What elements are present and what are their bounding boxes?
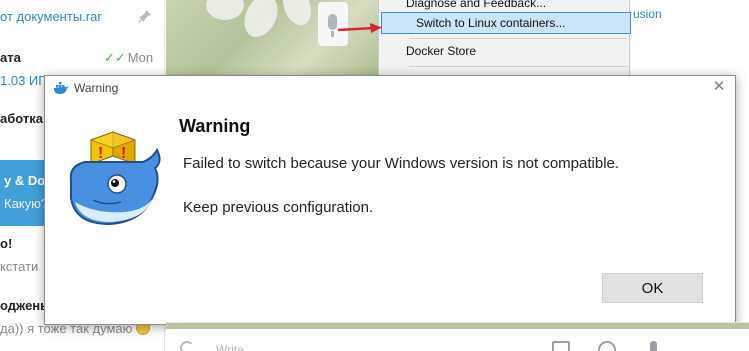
- dialog-titlebar[interactable]: Warning ✕: [45, 76, 735, 100]
- menu-separator: [409, 66, 627, 67]
- dialog-window-title: Warning: [74, 81, 119, 95]
- chat-item-title[interactable]: ата: [0, 50, 21, 65]
- chat-item-preview: 1.03 ИГ: [0, 73, 46, 88]
- chat-item-time: ✓✓ Mon: [104, 50, 154, 65]
- right-panel: usion: [630, 0, 749, 75]
- context-menu: Diagnose and Feedback... Switch to Linux…: [378, 0, 631, 75]
- chat-item-preview: кстати: [0, 259, 39, 274]
- pin-icon: [138, 10, 151, 23]
- warning-dialog: Warning ✕ ! ! Warning Failed to switch b…: [44, 75, 736, 325]
- compose-bar: Write: [166, 322, 749, 351]
- chat-item-file-snippet[interactable]: от документы.rar: [0, 9, 102, 24]
- docker-whale-warning-icon: ! !: [69, 131, 161, 226]
- ok-button[interactable]: OK: [602, 273, 703, 303]
- dialog-message: Failed to switch because your Windows ve…: [183, 155, 620, 172]
- menu-item-diagnose-feedback[interactable]: Diagnose and Feedback...: [406, 0, 546, 10]
- dialog-sub-message: Keep previous configuration.: [183, 199, 374, 216]
- compose-input[interactable]: Write: [216, 343, 244, 351]
- chat-item-active-preview: Какую?: [4, 196, 49, 211]
- chat-item-active[interactable]: y & Doc Какую?: [0, 160, 52, 226]
- svg-text:!: !: [98, 145, 103, 162]
- link-fragment[interactable]: usion: [633, 7, 662, 21]
- chat-item-title[interactable]: аботка: [0, 111, 43, 126]
- dialog-heading: Warning: [179, 116, 251, 136]
- bot-command-icon[interactable]: [552, 341, 570, 351]
- svg-text:!: !: [121, 145, 126, 162]
- annotation-arrow-icon: [337, 23, 382, 33]
- menu-item-switch-linux-containers[interactable]: Switch to Linux containers...: [381, 12, 631, 34]
- menu-item-docker-store[interactable]: Docker Store: [406, 44, 476, 58]
- emoji-picker-icon[interactable]: [598, 341, 616, 351]
- chat-item-title[interactable]: о!: [0, 236, 12, 251]
- docker-whale-icon: [54, 82, 69, 94]
- voice-record-icon[interactable]: [650, 341, 657, 351]
- double-check-icon: ✓✓: [104, 50, 126, 65]
- attach-icon[interactable]: [180, 341, 194, 351]
- close-button[interactable]: ✕: [709, 78, 729, 96]
- menu-separator: [409, 38, 627, 39]
